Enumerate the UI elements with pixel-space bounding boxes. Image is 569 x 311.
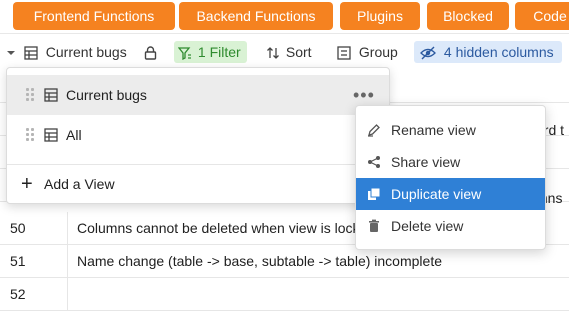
tab-frontend-functions[interactable]: Frontend Functions xyxy=(13,2,175,30)
row-number: 50 xyxy=(0,212,68,244)
tab-blocked[interactable]: Blocked xyxy=(427,2,509,30)
group-icon xyxy=(337,46,351,60)
tab-plugins[interactable]: Plugins xyxy=(340,2,420,30)
table-tabs: Frontend Functions Backend Functions Plu… xyxy=(0,0,569,34)
hidden-columns-button[interactable]: 4 hidden columns xyxy=(414,41,562,63)
tab-backend-functions[interactable]: Backend Functions xyxy=(179,2,333,30)
filter-button[interactable]: 1 Filter xyxy=(174,41,247,63)
lock-button[interactable] xyxy=(144,41,157,63)
sort-icon xyxy=(267,47,279,60)
grid-icon xyxy=(24,46,38,60)
view-item-all[interactable]: All xyxy=(7,115,389,155)
caret-down-icon xyxy=(7,51,15,56)
sort-label: Sort xyxy=(285,44,312,60)
duplicate-icon xyxy=(368,187,381,200)
menu-item-label: Share view xyxy=(391,154,461,170)
menu-item-label: Rename view xyxy=(391,122,476,138)
table-row[interactable]: 52 xyxy=(0,278,569,311)
duplicate-view-menu-item[interactable]: Duplicate view xyxy=(356,178,545,210)
current-view-name: Current bugs xyxy=(45,44,127,60)
view-selector[interactable]: Current bugs xyxy=(6,41,127,63)
eye-slash-icon xyxy=(420,46,436,60)
view-label: All xyxy=(66,127,82,143)
row-number: 51 xyxy=(0,245,68,277)
hidden-columns-label: 4 hidden columns xyxy=(443,44,554,60)
view-toolbar: Current bugs 1 Filter Sort Group 4 hidde… xyxy=(0,34,569,70)
plus-icon: + xyxy=(21,173,33,195)
share-view-menu-item[interactable]: Share view xyxy=(356,146,545,178)
drag-handle-icon[interactable] xyxy=(26,88,34,102)
add-view-button[interactable]: + Add a View xyxy=(7,165,389,205)
sort-button[interactable]: Sort xyxy=(266,41,312,63)
view-label: Current bugs xyxy=(66,87,147,103)
menu-item-label: Delete view xyxy=(391,218,464,234)
share-icon xyxy=(368,156,380,168)
group-button[interactable]: Group xyxy=(337,41,398,63)
delete-view-menu-item[interactable]: Delete view xyxy=(356,210,545,242)
trash-icon xyxy=(369,219,379,232)
grid-icon xyxy=(44,128,58,142)
drag-handle-icon[interactable] xyxy=(26,128,34,142)
group-label: Group xyxy=(358,44,398,60)
lock-icon xyxy=(144,46,157,60)
menu-item-label: Duplicate view xyxy=(391,186,482,202)
views-dropdown: Current bugs ••• All + Add a View xyxy=(6,67,390,204)
rename-view-menu-item[interactable]: Rename view xyxy=(356,114,545,146)
view-item-current-bugs[interactable]: Current bugs ••• xyxy=(7,75,389,115)
view-context-menu: Rename view Share view Duplicate view De… xyxy=(355,105,546,250)
add-view-label: Add a View xyxy=(44,176,115,192)
row-number: 52 xyxy=(0,278,68,310)
row-title: Columns cannot be deleted when view is l… xyxy=(77,220,360,236)
pencil-icon xyxy=(368,124,380,137)
filter-icon xyxy=(178,47,191,60)
grid-icon xyxy=(44,88,58,102)
filter-label: 1 Filter xyxy=(197,44,241,60)
tab-code[interactable]: Code xyxy=(515,2,569,30)
